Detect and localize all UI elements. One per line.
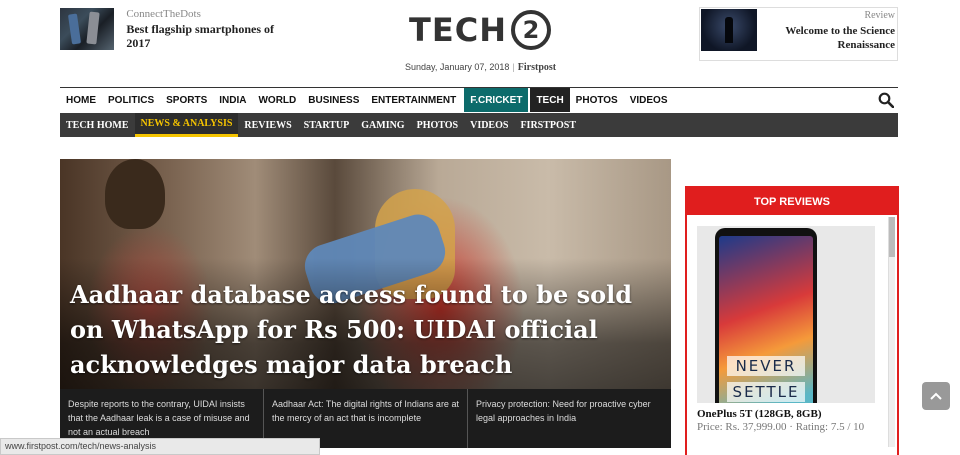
- nav-photos[interactable]: PHOTOS: [570, 88, 624, 112]
- promo-right-title[interactable]: Welcome to the Science Renaissance: [758, 24, 895, 52]
- promo-title[interactable]: Best flagship smartphones of 2017: [126, 22, 290, 50]
- main-nav: HOME POLITICS SPORTS INDIA WORLD BUSINES…: [60, 87, 898, 112]
- top-reviews-header: TOP REVIEWS: [687, 188, 897, 215]
- nav-sports[interactable]: SPORTS: [160, 88, 213, 112]
- screen-text-line2: SETTLE: [727, 382, 805, 402]
- logo-number: 2: [510, 10, 551, 50]
- review-product-name[interactable]: OnePlus 5T (128GB, 8GB): [697, 408, 897, 420]
- subnav-news-analysis[interactable]: NEWS & ANALYSIS: [134, 113, 239, 137]
- subnav-photos[interactable]: PHOTOS: [411, 113, 465, 137]
- subnav-startup[interactable]: STARTUP: [298, 113, 356, 137]
- masthead: TECH 2 Sunday, January 07, 2018 | Firstpos…: [405, 6, 556, 76]
- subnav-videos[interactable]: VIDEOS: [464, 113, 514, 137]
- promo-right-thumbnail[interactable]: [701, 9, 757, 51]
- scroll-top-button[interactable]: [922, 382, 950, 410]
- chevron-up-icon: [930, 392, 942, 400]
- dateline: Sunday, January 07, 2018 | Firstpost: [405, 62, 556, 73]
- review-product-image[interactable]: NEVER SETTLE: [697, 226, 875, 403]
- nav-home[interactable]: HOME: [60, 88, 102, 112]
- subnav-firstpost[interactable]: FIRSTPOST: [514, 113, 582, 137]
- nav-politics[interactable]: POLITICS: [102, 88, 160, 112]
- top-reviews-widget: TOP REVIEWS NEVER SETTLE OnePlus 5T (128…: [685, 186, 899, 455]
- hero-article[interactable]: Aadhaar database access found to be sold…: [60, 159, 671, 448]
- hero-image-figure: [105, 159, 165, 229]
- phone-screen: NEVER SETTLE: [719, 236, 813, 403]
- widget-scrollbar[interactable]: [888, 217, 895, 447]
- promo-text: ConnectTheDots Best flagship smartphones…: [126, 8, 290, 52]
- scrollbar-thumb[interactable]: [889, 217, 895, 257]
- nav-business[interactable]: BUSINESS: [302, 88, 365, 112]
- date-text: Sunday, January 07, 2018: [405, 62, 510, 72]
- status-url-bar: www.firstpost.com/tech/news-analysis: [0, 438, 320, 455]
- hero-headline[interactable]: Aadhaar database access found to be sold…: [70, 277, 640, 382]
- screen-text-line1: NEVER: [727, 356, 805, 376]
- subnav-reviews[interactable]: REVIEWS: [238, 113, 297, 137]
- search-icon[interactable]: [874, 88, 898, 112]
- review-product-meta: Price: Rs. 37,999.00 · Rating: 7.5 / 10: [697, 421, 865, 433]
- nav-world[interactable]: WORLD: [252, 88, 302, 112]
- promo-source: ConnectTheDots: [126, 8, 201, 20]
- subnav-gaming[interactable]: GAMING: [355, 113, 410, 137]
- nav-india[interactable]: INDIA: [213, 88, 252, 112]
- promo-right[interactable]: Review Welcome to the Science Renaissanc…: [699, 7, 898, 61]
- promo-thumbnail[interactable]: [60, 8, 115, 50]
- nav-entertainment[interactable]: ENTERTAINMENT: [365, 88, 462, 112]
- related-story[interactable]: Privacy protection: Need for proactive c…: [468, 389, 671, 448]
- promo-right-text: Review Welcome to the Science Renaissanc…: [758, 8, 897, 60]
- nav-fcricket[interactable]: F.CRICKET: [464, 88, 529, 112]
- nav-tech[interactable]: TECH: [530, 88, 570, 112]
- firstpost-link[interactable]: Firstpost: [518, 62, 556, 73]
- dateline-separator: |: [512, 62, 515, 72]
- nav-videos[interactable]: VIDEOS: [624, 88, 674, 112]
- tech-sub-nav: TECH HOME NEWS & ANALYSIS REVIEWS STARTU…: [60, 113, 898, 137]
- phone-illustration: NEVER SETTLE: [715, 228, 817, 403]
- logo-text: TECH: [409, 11, 507, 49]
- tech2-logo[interactable]: TECH 2: [405, 6, 555, 54]
- top-reviews-body: NEVER SETTLE OnePlus 5T (128GB, 8GB) Pri…: [687, 215, 897, 455]
- subnav-tech-home[interactable]: TECH HOME: [60, 113, 135, 137]
- promo-right-source: Review: [864, 10, 895, 21]
- promo-left[interactable]: ConnectTheDots Best flagship smartphones…: [60, 8, 290, 52]
